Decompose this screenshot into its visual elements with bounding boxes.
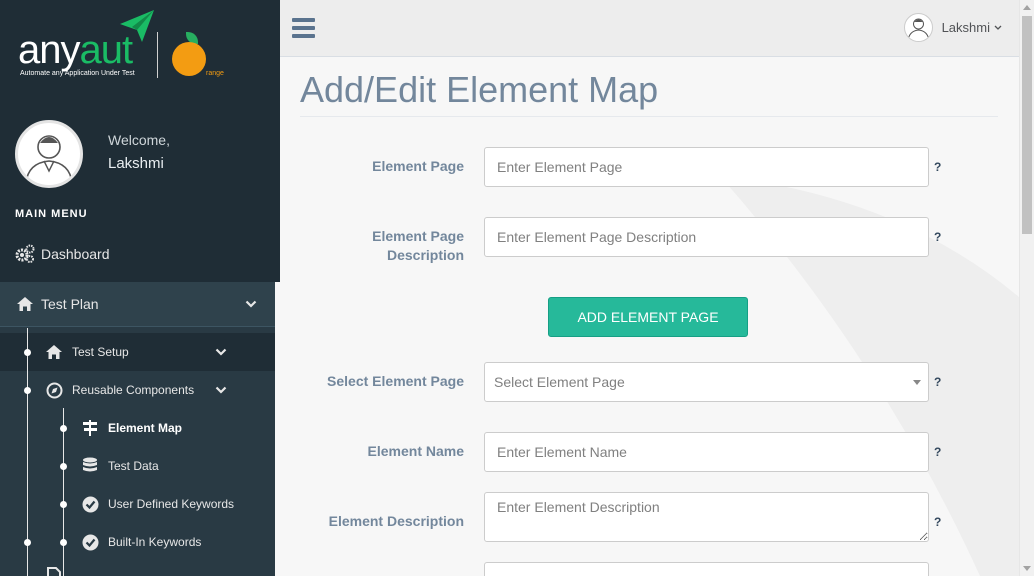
sidebar-item-label: User Defined Keywords [108,497,235,511]
element-page-input[interactable] [484,147,929,187]
element-name-input[interactable] [484,432,929,472]
element-page-description-input[interactable] [484,217,929,257]
logo-sub-brand: range [206,70,224,77]
signpost-icon [80,418,100,438]
title-divider [300,116,998,117]
page-title: Add/Edit Element Map [300,69,659,110]
logo-wordmark: anyaut [18,28,133,73]
scrollbar-thumb[interactable] [1022,16,1032,234]
sidebar-item-label: Test Plan [41,296,99,312]
user-dropdown[interactable]: Lakshmi [903,13,1002,42]
tree-node-dot [24,539,31,546]
chevron-down-icon [215,348,227,356]
brand-logo[interactable]: anyaut Automate any Application Under Te… [18,10,238,85]
sidebar-item-element-map[interactable]: Element Map [80,412,275,444]
logo-arrow-icon [120,10,154,42]
sidebar-item-label: Built-In Keywords [108,535,202,549]
sidebar: anyaut Automate any Application Under Te… [0,0,280,576]
main-menu-title: MAIN MENU [15,208,88,220]
tree-node-dot [60,501,67,508]
sidebar-item-label: Test Setup [72,345,129,359]
logo-tagline: Automate any Application Under Test [20,70,135,77]
check-circle-icon [80,532,100,552]
check-circle-icon [80,494,100,514]
user-silhouette-icon [907,18,930,41]
element-description-label: Element Description [328,513,464,529]
help-icon[interactable]: ? [934,230,941,244]
caret-down-icon [913,380,921,385]
home-icon [44,342,64,362]
tree-node-dot [24,387,31,394]
sidebar-item-label: Test Data [108,459,159,473]
scroll-up-arrow-icon[interactable] [1023,4,1031,10]
sidebar-item-dashboard[interactable]: Dashboard [0,238,275,270]
tree-node-dot [60,539,67,546]
sidebar-item-test-data[interactable]: Test Data [80,450,275,482]
database-icon [80,456,100,476]
help-icon[interactable]: ? [934,375,941,389]
sidebar-item-built-in-keywords[interactable]: Built-In Keywords [80,526,275,558]
sidebar-item-reusable-components[interactable]: Reusable Components [44,374,275,406]
tree-node-dot [60,425,67,432]
sidebar-item-test-plan[interactable]: Test Plan [0,282,275,327]
avatar [903,13,933,42]
top-navbar: Lakshmi [280,0,1020,57]
tree-node-dot [24,349,31,356]
label-line: Description [386,247,464,263]
gears-icon [15,244,35,264]
sidebar-item-label: Reusable Components [72,383,195,397]
logo-prefix: any [18,28,80,72]
user-silhouette-icon [25,135,73,184]
chevron-down-icon [994,25,1002,30]
main-content: Add/Edit Element Map Element Page ? Elem… [280,57,1019,576]
element-description-textarea[interactable] [484,492,929,542]
tree-node-dot [60,463,67,470]
welcome-label: Welcome, [108,132,170,148]
orange-logo-icon [172,42,206,76]
sidebar-item-label: Element Map [108,421,183,435]
label-line: Element Page [372,228,464,244]
home-icon [15,294,35,314]
select-selected-value: Select Element Page [494,374,625,390]
compass-icon [44,380,64,400]
help-icon[interactable]: ? [934,160,941,174]
avatar[interactable] [15,120,83,188]
element-name-label: Element Name [367,443,464,459]
chevron-down-icon [215,386,227,394]
scroll-down-arrow-icon[interactable] [1023,566,1031,572]
logo-separator [157,32,158,78]
select-element-page-dropdown[interactable]: Select Element Page [484,362,929,402]
sidebar-item-label: Dashboard [41,246,110,262]
help-icon[interactable]: ? [934,515,941,529]
profile-name: Lakshmi [108,155,164,172]
chevron-down-icon [245,300,257,308]
select-element-page-label: Select Element Page [327,373,464,389]
page-scrollbar[interactable] [1019,0,1034,576]
element-page-description-label: Element Page Description [372,227,464,265]
tree-line [63,408,64,576]
element-page-label: Element Page [372,158,464,174]
add-element-page-button[interactable]: ADD ELEMENT PAGE [548,297,748,337]
next-field-input[interactable] [484,562,929,576]
hamburger-menu-icon[interactable] [292,18,316,39]
help-icon[interactable]: ? [934,445,941,459]
sidebar-item-test-setup[interactable]: Test Setup [44,336,275,368]
user-menu-name: Lakshmi [941,20,990,35]
document-icon [44,566,64,576]
sidebar-item-user-defined-keywords[interactable]: User Defined Keywords [80,488,275,520]
